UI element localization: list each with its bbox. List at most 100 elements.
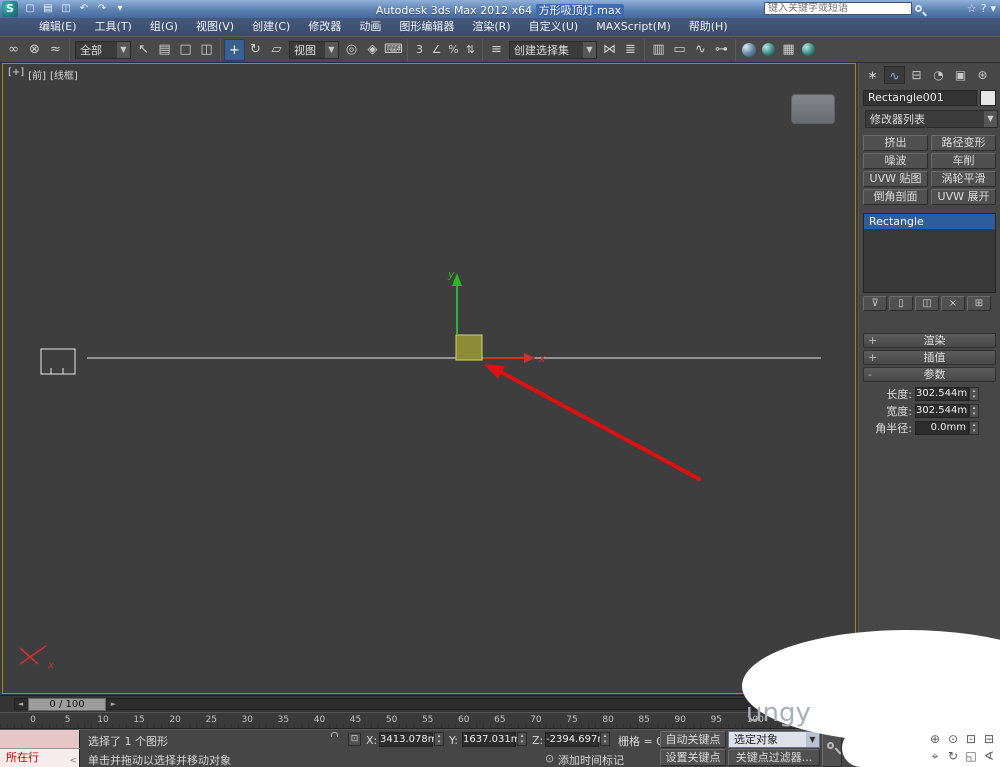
edit-named-selection-sets-icon[interactable]: ≡ (486, 39, 507, 61)
select-and-move-icon[interactable]: + (224, 38, 245, 61)
help-icon[interactable]: ? (981, 1, 987, 17)
modifier-button-unwrap-uvw[interactable]: UVW 展开 (931, 189, 996, 205)
modifier-button-extrude[interactable]: 挤出 (863, 135, 928, 151)
zoom-extents-icon[interactable]: ⊡ (962, 731, 980, 748)
rectangular-selection-region-icon[interactable]: □ (175, 39, 196, 61)
make-unique-icon[interactable]: ◫ (915, 296, 939, 311)
tab-display-icon[interactable]: ▣ (950, 66, 971, 84)
auto-key-button[interactable]: 自动关键点 (660, 731, 726, 748)
x-coord-field[interactable]: 3413.078m (379, 732, 437, 747)
stack-item-rectangle[interactable]: Rectangle (864, 214, 995, 229)
modifier-stack[interactable]: Rectangle (863, 213, 996, 293)
modifier-list-dropdown[interactable]: 修改器列表 ▼ (865, 110, 998, 128)
tab-motion-icon[interactable]: ◔ (928, 66, 949, 84)
rollout-interpolation[interactable]: + 插值 (863, 350, 996, 365)
modifier-button-bevel-profile[interactable]: 倒角剖面 (863, 189, 928, 205)
menu-edit[interactable]: 编辑(E) (30, 18, 86, 36)
chevron-down-icon[interactable]: ▼ (583, 41, 596, 58)
width-field[interactable]: 302.544m (915, 403, 969, 418)
chevron-down-icon[interactable]: ▼ (806, 732, 819, 747)
rendered-frame-window-icon[interactable]: ▦ (778, 39, 799, 61)
pan-icon[interactable]: ⌖ (926, 748, 944, 765)
favorites-star-icon[interactable]: ☆ (967, 1, 977, 17)
tab-hierarchy-icon[interactable]: ⊟ (906, 66, 927, 84)
chevron-down-icon[interactable]: ▼ (325, 41, 338, 58)
menu-animation[interactable]: 动画 (350, 18, 390, 36)
rollout-collapse-icon[interactable]: - (868, 368, 878, 381)
spinner[interactable] (969, 386, 979, 401)
modifier-button-turbosmooth[interactable]: 涡轮平滑 (931, 171, 996, 187)
ribbon-toggle-icon[interactable]: ▭ (669, 39, 690, 61)
add-time-tag[interactable]: 添加时间标记 (558, 752, 624, 767)
absolute-offset-toggle-icon[interactable]: ⊡ (348, 733, 361, 746)
maxscript-mini-listener[interactable]: 所在行 < (0, 749, 80, 767)
schematic-view-icon[interactable]: ⊶ (711, 39, 732, 61)
spinner[interactable] (434, 732, 444, 746)
spinner[interactable] (969, 403, 979, 418)
show-end-result-icon[interactable]: ▯ (889, 296, 913, 311)
layer-manager-icon[interactable]: ▥ (648, 39, 669, 61)
time-slider-groove[interactable] (14, 698, 844, 710)
lamp-profile-shape[interactable] (40, 348, 76, 375)
key-filter-selection-dropdown[interactable]: 选定对象 ▼ (728, 731, 820, 748)
time-slider[interactable]: 0 / 100 (28, 698, 106, 711)
spinner[interactable] (600, 732, 610, 746)
listener-scroll-icon[interactable]: < (69, 752, 77, 767)
bind-to-space-warp-icon[interactable]: ≈ (45, 39, 66, 61)
chevron-down-icon[interactable]: ▼ (117, 41, 130, 58)
material-editor-icon[interactable] (742, 42, 756, 57)
spinner[interactable] (969, 420, 979, 435)
mirror-icon[interactable]: ⋈ (599, 39, 620, 61)
select-and-manipulate-icon[interactable]: ◈ (362, 39, 383, 61)
tab-create-icon[interactable]: ∗ (862, 66, 883, 84)
selected-rectangle-shape[interactable] (455, 334, 483, 361)
select-and-scale-icon[interactable]: ▱ (266, 39, 287, 61)
tab-utilities-icon[interactable]: ⊛ (972, 66, 993, 84)
length-field[interactable]: 302.544m (915, 386, 969, 401)
chevron-down-icon[interactable]: ▼ (984, 111, 997, 127)
curve-editor-icon[interactable]: ∿ (690, 39, 711, 61)
select-by-name-icon[interactable]: ▤ (154, 39, 175, 61)
use-pivot-center-icon[interactable]: ◎ (341, 39, 362, 61)
render-setup-icon[interactable] (762, 43, 775, 56)
next-frame-arrow-icon[interactable]: ► (108, 700, 119, 709)
modifier-button-path-deform[interactable]: 路径变形 (931, 135, 996, 151)
corner-radius-field[interactable]: 0.0mm (915, 420, 969, 435)
tab-modify-icon[interactable]: ∿ (884, 66, 905, 84)
z-coord-field[interactable]: -2394.697m (545, 732, 607, 747)
pin-stack-icon[interactable]: ⊽ (863, 296, 887, 311)
select-object-icon[interactable]: ↖ (133, 39, 154, 61)
rollout-expand-icon[interactable]: + (868, 334, 878, 347)
rollout-rendering[interactable]: + 渲染 (863, 333, 996, 348)
maximize-viewport-icon[interactable]: ◱ (962, 748, 980, 765)
snaps-toggle-icon[interactable]: 3 (411, 39, 428, 61)
menu-maxscript[interactable]: MAXScript(M) (587, 18, 680, 36)
menu-graph-editors[interactable]: 图形编辑器 (390, 18, 463, 36)
menu-create[interactable]: 创建(C) (243, 18, 299, 36)
search-icon[interactable] (915, 5, 922, 12)
selection-filter-dropdown[interactable]: 全部 ▼ (75, 40, 131, 59)
menu-views[interactable]: 视图(V) (187, 18, 243, 36)
select-and-link-icon[interactable]: ∞ (3, 39, 24, 61)
render-production-icon[interactable] (802, 43, 815, 56)
window-crossing-toggle-icon[interactable]: ◫ (196, 39, 217, 61)
gizmo-y-arrow[interactable]: y (447, 268, 462, 334)
spinner-snap-icon[interactable]: ⇅ (462, 39, 479, 61)
menu-help[interactable]: 帮助(H) (680, 18, 737, 36)
key-filters-button[interactable]: 关键点过滤器... (728, 749, 820, 766)
viewcube[interactable] (791, 94, 835, 124)
set-key-mode-button[interactable]: 设置关键点 (660, 749, 726, 766)
track-bar-ruler[interactable]: 0 5 10 15 20 25 30 35 40 45 50 55 60 65 70 75 80 85 90 95 10… (0, 712, 858, 729)
modifier-button-noise[interactable]: 噪波 (863, 153, 928, 169)
spinner[interactable] (517, 732, 527, 746)
menu-customize[interactable]: 自定义(U) (520, 18, 588, 36)
configure-modifier-sets-icon[interactable]: ⊞ (967, 296, 991, 311)
angle-snap-icon[interactable]: ∠ (428, 39, 445, 61)
keyboard-shortcut-override-icon[interactable]: ⌨ (383, 39, 404, 61)
rollout-expand-icon[interactable]: + (868, 351, 878, 364)
search-input[interactable] (764, 2, 912, 15)
percent-snap-icon[interactable]: % (445, 39, 462, 61)
macro-recorder-field[interactable] (0, 730, 80, 749)
viewport[interactable]: [+] [前] [线框] y x x (2, 63, 856, 694)
zoom-region-icon[interactable]: ⊟ (980, 731, 998, 748)
